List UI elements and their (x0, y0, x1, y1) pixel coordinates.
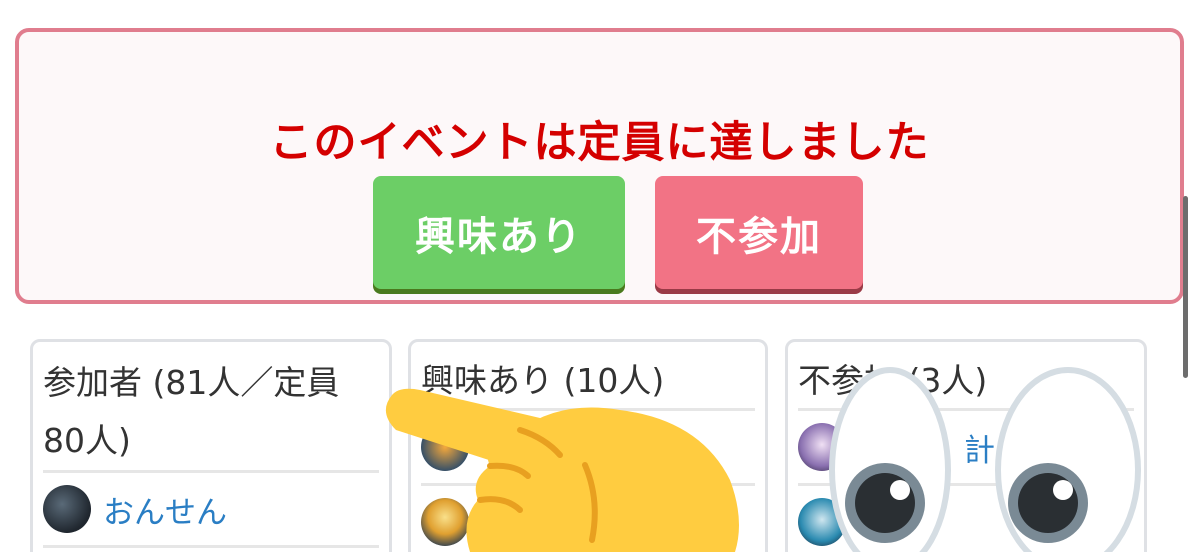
avatar[interactable] (421, 423, 469, 471)
participant-row[interactable]: おんせん (33, 473, 389, 545)
interested-row[interactable] (411, 486, 765, 552)
not-attending-button[interactable]: 不参加 (655, 176, 863, 289)
interested-button[interactable]: 興味あり (373, 176, 625, 289)
not-attending-row[interactable] (788, 486, 1144, 552)
avatar[interactable] (421, 498, 469, 546)
not-attending-row[interactable]: 計 (788, 411, 1144, 483)
avatar[interactable] (798, 498, 846, 546)
scrollbar[interactable] (1183, 196, 1188, 378)
interested-heading: 興味あり (10人) (421, 361, 665, 400)
participant-name-link[interactable]: おんせん (103, 487, 227, 532)
avatar[interactable] (43, 485, 91, 533)
participants-heading: 参加者 (81人／定員80人) (43, 363, 340, 460)
interested-column: 興味あり (10人) (408, 339, 768, 552)
divider (43, 545, 379, 548)
not-attending-column: 不参加 (3人) 計 (785, 339, 1147, 552)
interested-row[interactable] (411, 411, 765, 483)
capacity-reached-message: このイベントは定員に達しました (269, 118, 930, 168)
not-attending-name-link[interactable]: 計 (964, 425, 995, 470)
avatar[interactable] (798, 423, 846, 471)
not-attending-heading: 不参加 (3人) (798, 361, 988, 400)
capacity-notice-panel: このイベントは定員に達しました 興味あり 不参加 (15, 28, 1184, 304)
participants-column: 参加者 (81人／定員80人) おんせん (30, 339, 392, 552)
